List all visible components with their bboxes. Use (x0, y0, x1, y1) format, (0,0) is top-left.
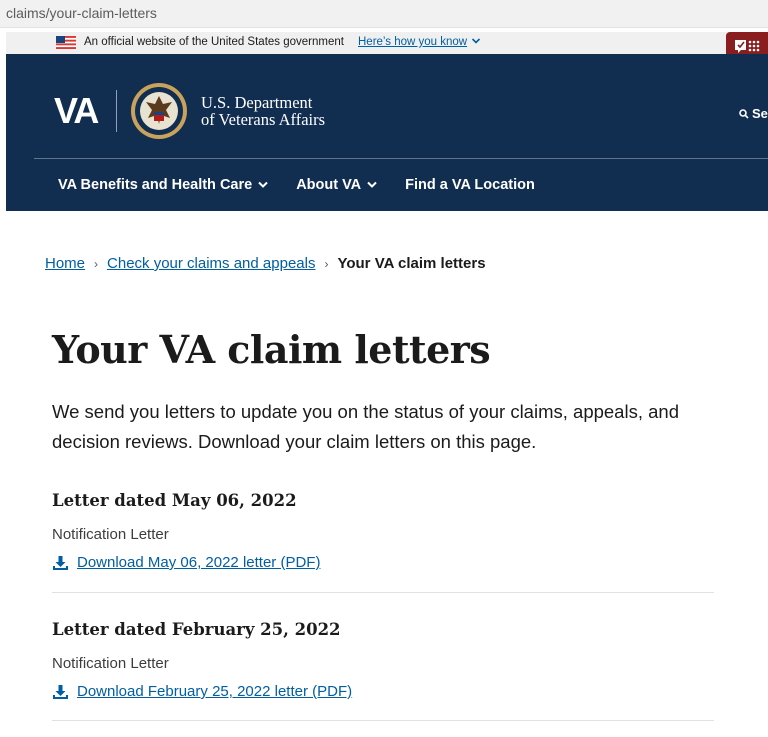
department-name-line1: U.S. Department (201, 93, 313, 112)
gov-banner-text: An official website of the United States… (84, 36, 344, 48)
search-icon (739, 109, 749, 119)
header-divider (34, 158, 768, 159)
letter-divider (52, 720, 714, 721)
breadcrumb-separator: › (94, 256, 99, 271)
letter-download-link[interactable]: Download May 06, 2022 letter (PDF) (52, 554, 714, 571)
breadcrumb: Home › Check your claims and appeals › Y… (45, 255, 486, 272)
browser-url-bar[interactable]: claims/your-claim-letters (0, 0, 768, 28)
breadcrumb-home-link[interactable]: Home (45, 255, 85, 272)
department-name-line2: of Veterans Affairs (201, 110, 326, 129)
chevron-down-icon (367, 181, 377, 188)
letter-download-link[interactable]: Download February 25, 2022 letter (PDF) (52, 683, 714, 700)
site-header: VA U.S. Department of Veterans Affairs S… (6, 54, 768, 211)
nav-item-about[interactable]: About VA (296, 177, 377, 193)
letter-divider (52, 592, 714, 593)
letter-item: Letter dated May 06, 2022 Notification L… (52, 491, 714, 593)
nav-item-benefits[interactable]: VA Benefits and Health Care (58, 177, 268, 193)
heres-how-you-know-link[interactable]: Here’s how you know (358, 36, 467, 48)
nav-item-label: About VA (296, 177, 362, 193)
letter-type: Notification Letter (52, 526, 169, 543)
page-title: Your VA claim letters (52, 327, 491, 372)
breadcrumb-separator: › (324, 256, 329, 271)
search-button[interactable]: Se (739, 106, 768, 121)
chevron-down-icon[interactable] (471, 36, 481, 46)
logo-divider (116, 90, 117, 132)
chevron-down-icon (258, 181, 268, 188)
letter-heading: Letter dated May 06, 2022 (52, 491, 297, 510)
search-label: Se (752, 106, 768, 121)
letter-item: Letter dated February 25, 2022 Notificat… (52, 620, 714, 721)
nav-item-label: VA Benefits and Health Care (58, 177, 253, 193)
va-logo[interactable]: VA (54, 90, 99, 132)
department-name[interactable]: U.S. Department of Veterans Affairs (201, 94, 325, 128)
intro-text: We send you letters to update you on the… (52, 401, 679, 452)
nav-item-label: Find a VA Location (405, 177, 535, 193)
letter-heading: Letter dated February 25, 2022 (52, 620, 341, 639)
download-icon (53, 555, 68, 570)
main-nav: VA Benefits and Health Care About VA Fin… (58, 177, 563, 193)
letter-type: Notification Letter (52, 655, 169, 672)
breadcrumb-current: Your VA claim letters (337, 255, 486, 272)
official-gov-banner: An official website of the United States… (6, 32, 768, 54)
va-seal-icon[interactable] (130, 82, 188, 140)
download-icon (53, 684, 68, 699)
nav-item-find-location[interactable]: Find a VA Location (405, 177, 535, 193)
download-link-text[interactable]: Download May 06, 2022 letter (PDF) (77, 554, 320, 571)
breadcrumb-claims-link[interactable]: Check your claims and appeals (107, 255, 315, 272)
download-link-text[interactable]: Download February 25, 2022 letter (PDF) (77, 683, 352, 700)
url-text[interactable]: claims/your-claim-letters (6, 5, 157, 21)
us-flag-icon (56, 36, 76, 49)
